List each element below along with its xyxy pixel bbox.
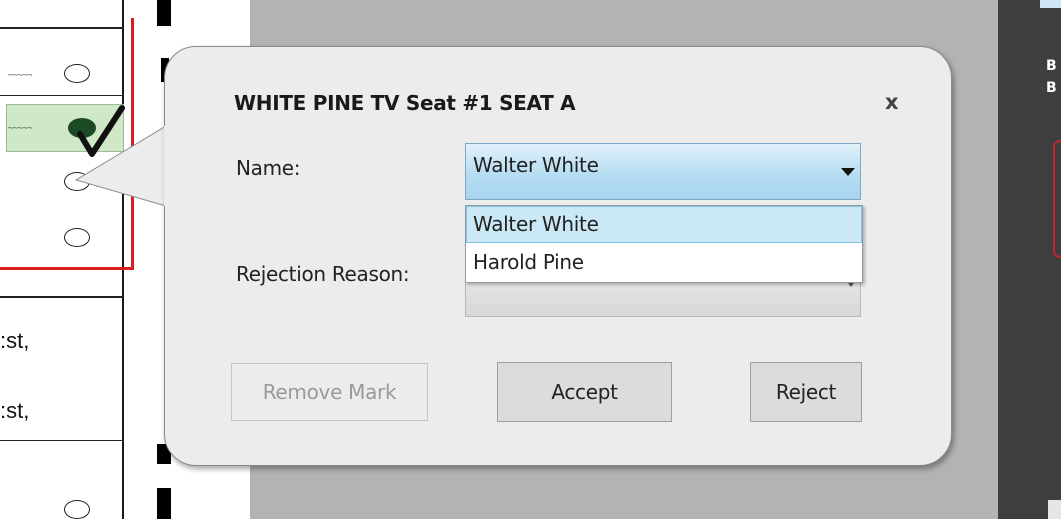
callout-pointer <box>74 125 167 207</box>
side-panel-chip[interactable] <box>1048 500 1061 519</box>
side-panel-highlight-box <box>1053 140 1061 258</box>
name-select[interactable]: Walter White <box>465 143 861 200</box>
ballot-text-fragment: :st, <box>0 328 30 353</box>
vote-bubble[interactable] <box>64 64 90 83</box>
ballot-rule <box>0 27 124 29</box>
dropdown-option[interactable]: Walter White <box>466 206 862 243</box>
side-panel: B B <box>998 0 1061 519</box>
candidate-label: ~~~~~ <box>8 70 33 80</box>
name-select-value: Walter White <box>473 153 599 177</box>
contest-outline-horizontal <box>0 267 134 270</box>
name-label: Name: <box>236 156 301 180</box>
timing-mark <box>157 0 171 26</box>
callout-seam <box>164 126 168 206</box>
timing-mark <box>157 488 171 519</box>
ballot-rule <box>0 296 124 298</box>
chevron-down-icon[interactable] <box>841 168 855 176</box>
ballot-text-fragment: :st, <box>0 398 30 423</box>
ballot-rule <box>0 440 124 441</box>
remove-mark-button[interactable]: Remove Mark <box>231 363 428 421</box>
dropdown-option[interactable]: Harold Pine <box>466 244 862 281</box>
candidate-label: ~~~~~ <box>8 123 33 133</box>
vote-bubble[interactable] <box>64 500 90 519</box>
accept-button[interactable]: Accept <box>497 362 672 422</box>
rejection-reason-label: Rejection Reason: <box>236 262 410 286</box>
chevron-down-icon[interactable] <box>848 283 854 287</box>
name-dropdown-list: Walter White Harold Pine <box>465 205 863 283</box>
reject-button[interactable]: Reject <box>750 362 862 422</box>
side-panel-label: B <box>1046 58 1057 74</box>
close-button[interactable]: x <box>885 90 899 114</box>
ballot-rule <box>0 95 124 96</box>
vote-bubble[interactable] <box>64 228 90 247</box>
side-panel-label: B <box>1046 80 1057 96</box>
side-panel-button[interactable] <box>1040 0 1061 8</box>
ballot-border-line <box>122 0 124 519</box>
dialog-title: WHITE PINE TV Seat #1 SEAT A <box>234 91 576 115</box>
